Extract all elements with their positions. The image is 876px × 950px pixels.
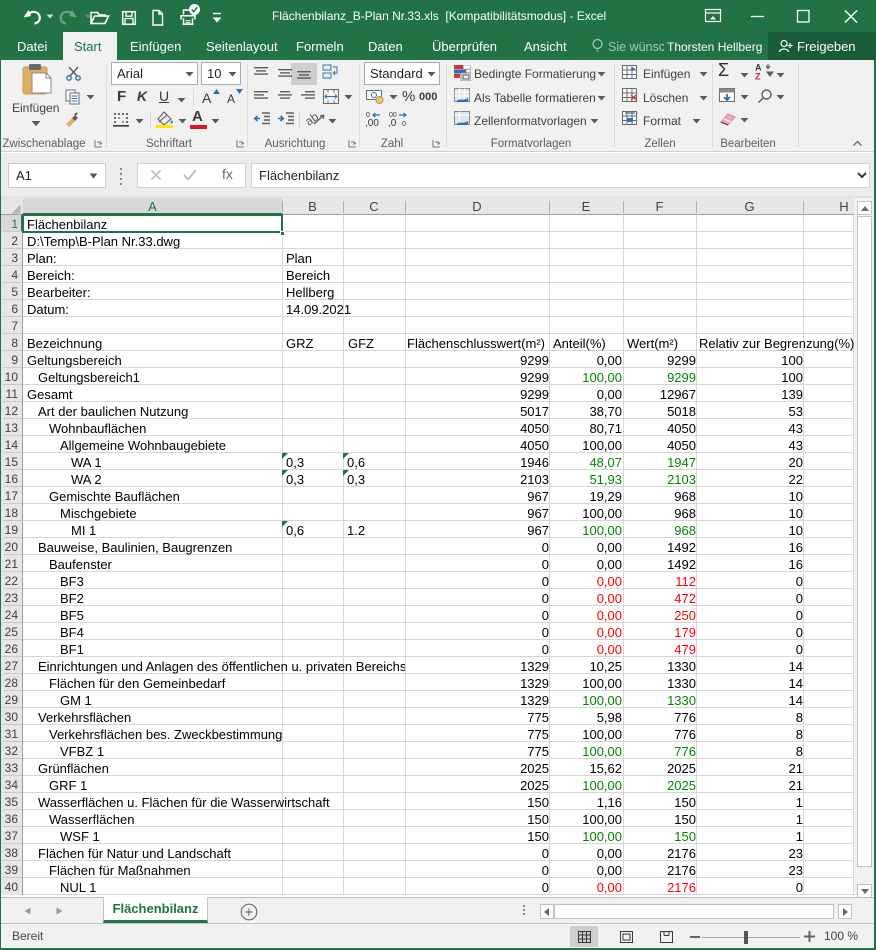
svg-text:,0: ,0 [388,118,397,127]
svg-text:Z: Z [755,72,761,81]
svg-text:0: 0 [366,112,370,119]
svg-text:0: 0 [402,121,406,127]
svg-text:,00: ,00 [365,118,379,127]
svg-text:00: 00 [389,112,397,119]
